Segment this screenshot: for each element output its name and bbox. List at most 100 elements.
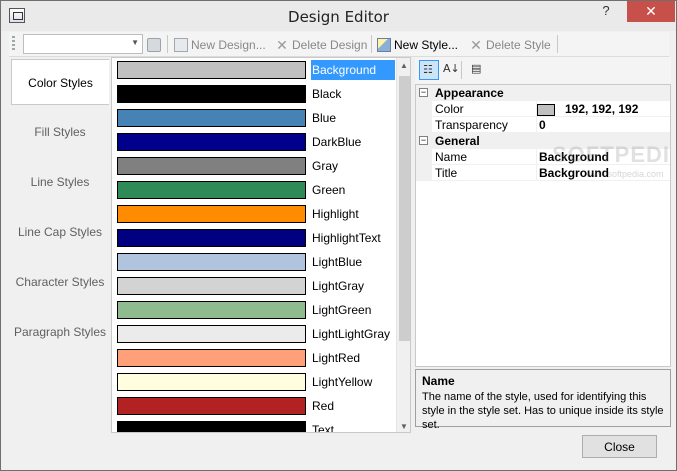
scroll-down-icon[interactable]: ▼: [400, 422, 408, 431]
color-style-list[interactable]: Background Black Blue DarkBlue Gray Green High…: [111, 57, 411, 433]
grid-margin: [416, 117, 432, 133]
style-name: LightYellow: [312, 375, 373, 389]
property-pages-icon: ▤: [471, 62, 482, 75]
alphabetical-sort-button[interactable]: A↓: [440, 60, 460, 80]
property-name: Color: [435, 102, 464, 116]
toolbar-separator: [557, 35, 558, 53]
color-swatch: [117, 109, 306, 127]
list-item[interactable]: DarkBlue: [112, 130, 396, 154]
watermark-sub: www.softpedia.com: [586, 169, 664, 179]
delete-design-button[interactable]: ✕ Delete Design: [275, 35, 367, 54]
style-name: LightLightGray: [312, 327, 391, 341]
toolbar-separator: [167, 35, 168, 53]
color-swatch: [117, 397, 306, 415]
property-name: Transparency: [435, 118, 508, 132]
list-item[interactable]: Black: [112, 82, 396, 106]
close-window-button[interactable]: ✕: [627, 1, 675, 22]
property-row[interactable]: Transparency 0: [416, 117, 670, 133]
help-title: Name: [422, 374, 455, 388]
delete-icon: ✕: [470, 36, 482, 53]
list-item[interactable]: Blue: [112, 106, 396, 130]
style-name: DarkBlue: [312, 135, 362, 149]
property-name: Name: [435, 150, 468, 164]
style-name: HighlightText: [312, 231, 381, 245]
style-name: LightGray: [312, 279, 365, 293]
tab-color-styles[interactable]: Color Styles: [11, 59, 109, 105]
property-category[interactable]: − Appearance: [416, 85, 670, 101]
sort-az-icon: A↓: [443, 62, 460, 75]
color-swatch: [117, 157, 306, 175]
property-value[interactable]: 192, 192, 192: [565, 102, 638, 116]
tab-fill-styles[interactable]: Fill Styles: [11, 109, 109, 155]
style-name: Blue: [312, 111, 337, 125]
list-item[interactable]: Text: [112, 418, 396, 432]
style-name: Background: [311, 60, 395, 80]
database-icon[interactable]: [147, 35, 161, 54]
help-button[interactable]: ?: [589, 1, 623, 22]
style-name: Highlight: [312, 207, 359, 221]
grid-margin: [416, 149, 432, 165]
color-swatch: [117, 277, 306, 295]
color-swatch: [117, 301, 306, 319]
grid-divider[interactable]: [536, 149, 537, 165]
scroll-thumb[interactable]: [399, 76, 410, 341]
title-bar[interactable]: Design Editor ? ✕: [1, 1, 676, 31]
grid-margin: [416, 165, 432, 181]
scroll-up-icon[interactable]: ▲: [400, 61, 408, 70]
collapse-icon[interactable]: −: [419, 88, 428, 97]
list-item[interactable]: Background: [112, 58, 396, 82]
delete-icon: ✕: [276, 36, 288, 53]
categorized-view-button[interactable]: ☷: [419, 60, 439, 80]
style-name: Green: [312, 183, 346, 197]
watermark: SOFTPEDIA: [552, 142, 671, 167]
toolbar-separator: [371, 35, 372, 53]
categorized-icon: ☷: [423, 63, 433, 76]
list-item[interactable]: LightLightGray: [112, 322, 396, 346]
property-value[interactable]: 0: [539, 118, 546, 132]
color-swatch: [117, 133, 306, 151]
delete-design-label: Delete Design: [292, 37, 368, 52]
grid-divider[interactable]: [536, 165, 537, 181]
color-swatch: [117, 373, 306, 391]
tab-line-styles[interactable]: Line Styles: [11, 159, 109, 205]
grid-divider[interactable]: [536, 117, 537, 133]
toolbar-grip-icon[interactable]: [12, 36, 15, 52]
tab-line-cap-styles[interactable]: Line Cap Styles: [11, 209, 109, 255]
color-swatch: [117, 253, 306, 271]
color-swatch: [117, 325, 306, 343]
list-item[interactable]: Green: [112, 178, 396, 202]
delete-style-button[interactable]: ✕ Delete Style: [469, 35, 551, 54]
style-name: LightBlue: [312, 255, 363, 269]
list-item[interactable]: LightRed: [112, 346, 396, 370]
list-scrollbar[interactable]: ▲ ▼: [396, 58, 410, 432]
list-item[interactable]: Red: [112, 394, 396, 418]
design-combo[interactable]: ▼: [23, 34, 143, 54]
list-item[interactable]: LightGreen: [112, 298, 396, 322]
new-style-button[interactable]: New Style...: [377, 35, 458, 54]
list-item[interactable]: Gray: [112, 154, 396, 178]
color-swatch: [117, 205, 306, 223]
collapse-icon[interactable]: −: [419, 136, 428, 145]
close-button[interactable]: Close: [582, 435, 657, 458]
color-swatch: [117, 85, 306, 103]
tab-character-styles[interactable]: Character Styles: [11, 259, 109, 305]
tab-paragraph-styles[interactable]: Paragraph Styles: [11, 309, 109, 355]
list-item[interactable]: LightYellow: [112, 370, 396, 394]
list-item[interactable]: LightGray: [112, 274, 396, 298]
list-item[interactable]: HighlightText: [112, 226, 396, 250]
chevron-down-icon[interactable]: ▼: [131, 38, 139, 47]
color-swatch: [117, 349, 306, 367]
style-name: Gray: [312, 159, 339, 173]
list-item[interactable]: LightBlue: [112, 250, 396, 274]
property-row[interactable]: Color 192, 192, 192: [416, 101, 670, 117]
category-name: General: [435, 134, 480, 148]
category-name: Appearance: [435, 86, 504, 100]
property-pages-button[interactable]: ▤: [468, 60, 488, 80]
grid-margin: [416, 101, 432, 117]
new-design-button[interactable]: New Design...: [174, 35, 266, 54]
property-grid[interactable]: − Appearance Color 192, 192, 192 Transparenc…: [415, 84, 671, 367]
property-name: Title: [435, 166, 458, 180]
style-name: Red: [312, 399, 335, 413]
color-swatch: [117, 229, 306, 247]
list-item[interactable]: Highlight: [112, 202, 396, 226]
